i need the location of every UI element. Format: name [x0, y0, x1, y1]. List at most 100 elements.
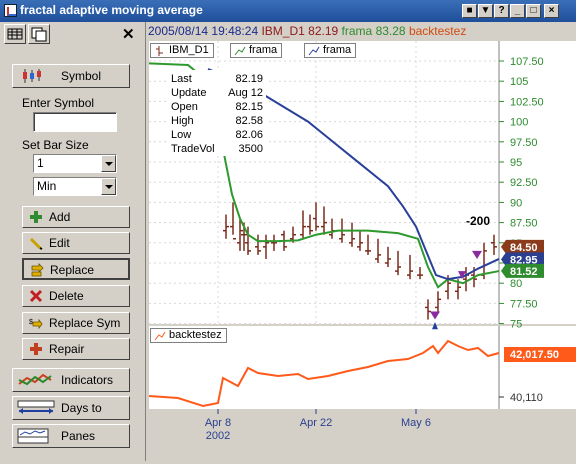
data-key: Low — [171, 129, 192, 141]
pane-down-button[interactable]: ■ — [462, 4, 477, 18]
window-title: fractal adaptive moving average — [20, 3, 203, 17]
data-key: Open — [171, 101, 198, 113]
symbol-button-label: Symbol — [61, 69, 102, 83]
data-row-tradevol: TradeVol 3500 — [171, 142, 263, 156]
header-frama-value: 83.28 — [375, 24, 406, 38]
enter-symbol-label: Enter Symbol — [22, 96, 95, 110]
chevron-down-icon[interactable] — [101, 178, 116, 195]
price-tick-label: 102.50 — [510, 96, 544, 108]
replace-sym-icon: $ — [29, 318, 43, 330]
price-badge-label: 81.52 — [510, 266, 538, 278]
repair-cross-icon — [30, 343, 42, 355]
days-range-icon — [17, 400, 55, 414]
data-value: 82.06 — [235, 129, 263, 141]
svg-text:$: $ — [29, 319, 33, 326]
header-symbol-value: 82.19 — [308, 24, 339, 38]
plus-icon — [30, 211, 42, 223]
price-tick-label: 100 — [510, 117, 528, 129]
indicators-icon — [18, 373, 52, 386]
grid-view-icon[interactable] — [4, 24, 26, 44]
price-tick-label: 80 — [510, 278, 522, 290]
legend-frama-2-label: frama — [323, 44, 352, 56]
price-tick-label: 92.50 — [510, 177, 538, 189]
data-key: TradeVol — [171, 143, 215, 155]
equity-tick-label: 40,110 — [510, 392, 543, 404]
close-sidebar-icon[interactable]: ✕ — [122, 25, 135, 43]
price-tick-label: 95 — [510, 157, 522, 169]
copy-icon[interactable] — [28, 24, 50, 44]
bar-size-label: Set Bar Size — [22, 138, 89, 152]
edit-button[interactable]: Edit — [22, 232, 130, 254]
minimize-button[interactable]: _ — [510, 4, 525, 18]
delete-button[interactable]: Delete — [22, 285, 130, 307]
trade-annotation: -200 — [466, 214, 490, 228]
maximize-button[interactable]: □ — [526, 4, 541, 18]
data-value: 82.58 — [235, 115, 263, 127]
bar-unit-select[interactable]: Min — [33, 177, 117, 196]
replace-sym-button[interactable]: $ Replace Sym — [22, 312, 130, 334]
data-window: Last 82.19 Update Aug 12 Open 82.15 High 82.… — [166, 70, 266, 156]
data-key: High — [171, 115, 194, 127]
line-series-icon — [234, 46, 246, 56]
price-tick-label: 90 — [510, 197, 522, 209]
data-row-last: Last 82.19 — [171, 72, 263, 86]
legend-symbol-label: IBM_D1 — [169, 44, 209, 56]
header-time: 19:48:24 — [211, 24, 259, 38]
data-key: Update — [171, 87, 207, 99]
bar-series-icon — [156, 46, 163, 56]
x-tick-label: Apr 22 — [300, 417, 332, 429]
data-value: 3500 — [238, 143, 263, 155]
price-tick-label: 97.50 — [510, 137, 538, 149]
header-date: 2005/08/14 — [148, 24, 209, 38]
replace-arrow-icon — [31, 263, 44, 277]
price-tick-label: 107.50 — [510, 56, 544, 68]
chart-header: 2005/08/14 19:48:24 IBM_D1 82.19 frama 8… — [148, 22, 576, 41]
bar-size-select[interactable]: 1 — [33, 154, 117, 173]
panes-button[interactable]: Panes — [12, 424, 130, 448]
legend-frama-1-label: frama — [249, 44, 278, 56]
data-key: Last — [171, 73, 192, 85]
x-tick-label: Apr 8 — [205, 417, 231, 429]
panes-label: Panes — [61, 429, 96, 443]
pencil-icon — [29, 237, 43, 250]
price-tick-label: 77.50 — [510, 298, 538, 310]
title-bar: fractal adaptive moving average ■ ▼ ? _ … — [0, 0, 576, 22]
delete-x-icon — [29, 289, 43, 303]
equity-badge-label: 42,017.50 — [510, 349, 559, 361]
panes-icon — [17, 428, 49, 444]
bar-unit-value: Min — [37, 179, 57, 193]
replace-button[interactable]: Replace — [22, 258, 130, 280]
data-row-low: Low 82.06 — [171, 128, 263, 142]
repair-button-label: Repair — [49, 342, 85, 356]
help-button[interactable]: ? — [494, 4, 509, 18]
replace-button-label: Replace — [50, 263, 95, 277]
legend-backtest[interactable]: backtestez — [150, 328, 227, 343]
symbol-button[interactable]: Symbol — [12, 64, 130, 88]
pane-menu-button[interactable]: ▼ — [478, 4, 493, 18]
indicators-button[interactable]: Indicators — [12, 368, 130, 392]
price-tick-label: 87.50 — [510, 218, 538, 230]
line-series-icon — [308, 46, 320, 56]
symbol-input[interactable] — [33, 112, 117, 132]
data-row-high: High 82.58 — [171, 114, 263, 128]
legend-frama-2[interactable]: frama — [304, 43, 357, 58]
data-row-open: Open 82.15 — [171, 100, 263, 114]
legend-backtest-label: backtestez — [169, 329, 222, 341]
close-button[interactable]: × — [544, 4, 559, 18]
chevron-down-icon[interactable] — [101, 155, 116, 172]
candlestick-icon — [23, 69, 41, 83]
add-button[interactable]: Add — [22, 206, 130, 228]
data-value: Aug 12 — [228, 87, 263, 99]
x-year-label: 2002 — [206, 430, 230, 442]
days-to-load-button[interactable]: Days to Load — [12, 396, 130, 437]
edit-button-label: Edit — [49, 236, 70, 250]
indicators-label: Indicators — [61, 373, 114, 387]
repair-button[interactable]: Repair — [22, 338, 130, 360]
delete-button-label: Delete — [49, 289, 84, 303]
data-value: 82.15 — [235, 101, 263, 113]
legend-symbol[interactable]: IBM_D1 — [150, 43, 214, 58]
price-badge-label: 84.50 — [510, 242, 538, 254]
legend-frama-1[interactable]: frama — [230, 43, 283, 58]
x-tick-label: May 6 — [401, 417, 431, 429]
add-button-label: Add — [49, 210, 71, 224]
